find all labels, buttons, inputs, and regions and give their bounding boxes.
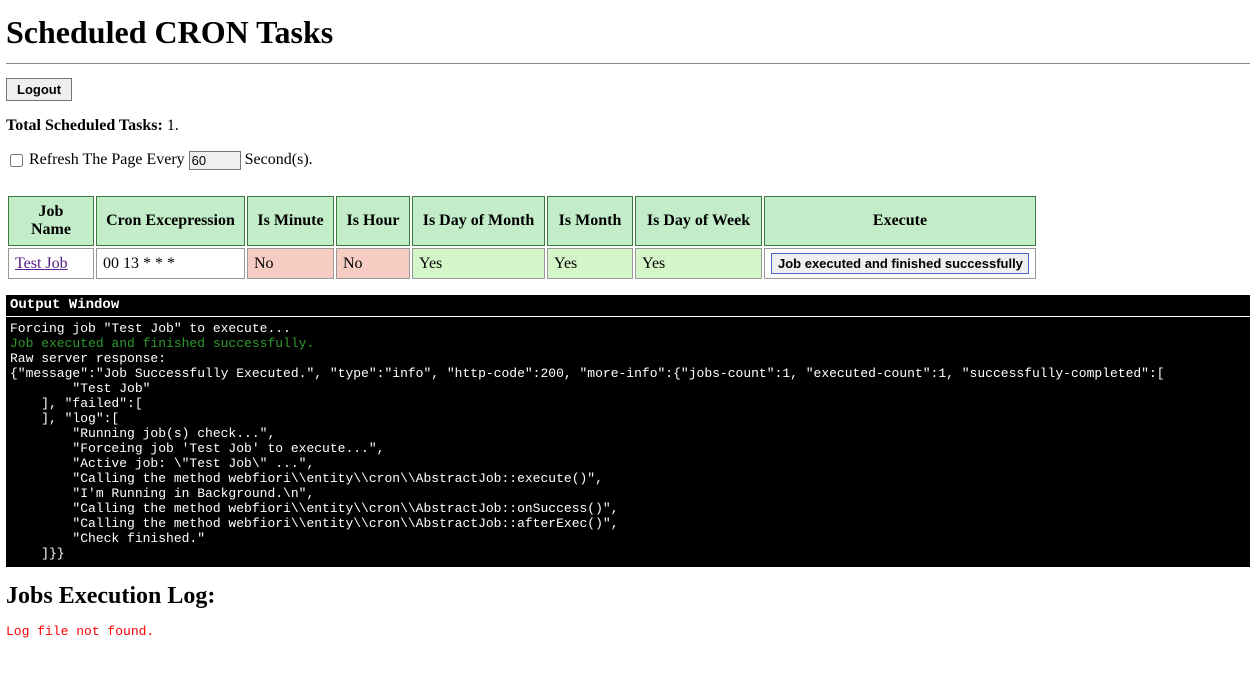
th-cron: Cron Excepression (96, 196, 245, 246)
total-tasks-line: Total Scheduled Tasks: 1. (6, 117, 1250, 135)
table-header-row: Job Name Cron Excepression Is Minute Is … (8, 196, 1036, 246)
refresh-interval-input[interactable] (189, 151, 241, 170)
cell-is-month: Yes (547, 248, 633, 279)
page-title: Scheduled CRON Tasks (6, 14, 1250, 51)
total-tasks-label: Total Scheduled Tasks: (6, 117, 163, 134)
log-missing: Log file not found. (6, 624, 1250, 639)
output-window-title: Output Window (6, 295, 1250, 317)
th-job-name: Job Name (8, 196, 94, 246)
th-is-dom: Is Day of Month (412, 196, 545, 246)
cell-cron: 00 13 * * * (96, 248, 245, 279)
refresh-checkbox[interactable] (10, 154, 23, 167)
jobs-table: Job Name Cron Excepression Is Minute Is … (6, 194, 1038, 281)
total-tasks-value: 1. (167, 117, 179, 134)
th-is-month: Is Month (547, 196, 633, 246)
refresh-label-after: Second(s). (245, 151, 313, 168)
table-row: Test Job 00 13 * * * No No Yes Yes Yes J… (8, 248, 1036, 279)
th-execute: Execute (764, 196, 1036, 246)
cell-is-hour: No (336, 248, 410, 279)
cell-is-dom: Yes (412, 248, 545, 279)
refresh-row: Refresh The Page Every Second(s). (6, 151, 1250, 170)
output-window-body: Forcing job "Test Job" to execute... Job… (6, 317, 1250, 567)
divider (6, 63, 1250, 64)
output-window: Output Window Forcing job "Test Job" to … (6, 295, 1250, 567)
th-is-minute: Is Minute (247, 196, 334, 246)
execute-button[interactable]: Job executed and finished successfully (771, 253, 1029, 274)
cell-job-name: Test Job (8, 248, 94, 279)
th-is-dow: Is Day of Week (635, 196, 762, 246)
cell-is-minute: No (247, 248, 334, 279)
cell-is-dow: Yes (635, 248, 762, 279)
cell-execute: Job executed and finished successfully (764, 248, 1036, 279)
logout-button[interactable]: Logout (6, 78, 72, 101)
job-link[interactable]: Test Job (15, 255, 68, 272)
log-title: Jobs Execution Log: (6, 583, 1250, 610)
refresh-label-before: Refresh The Page Every (29, 151, 185, 168)
th-is-hour: Is Hour (336, 196, 410, 246)
